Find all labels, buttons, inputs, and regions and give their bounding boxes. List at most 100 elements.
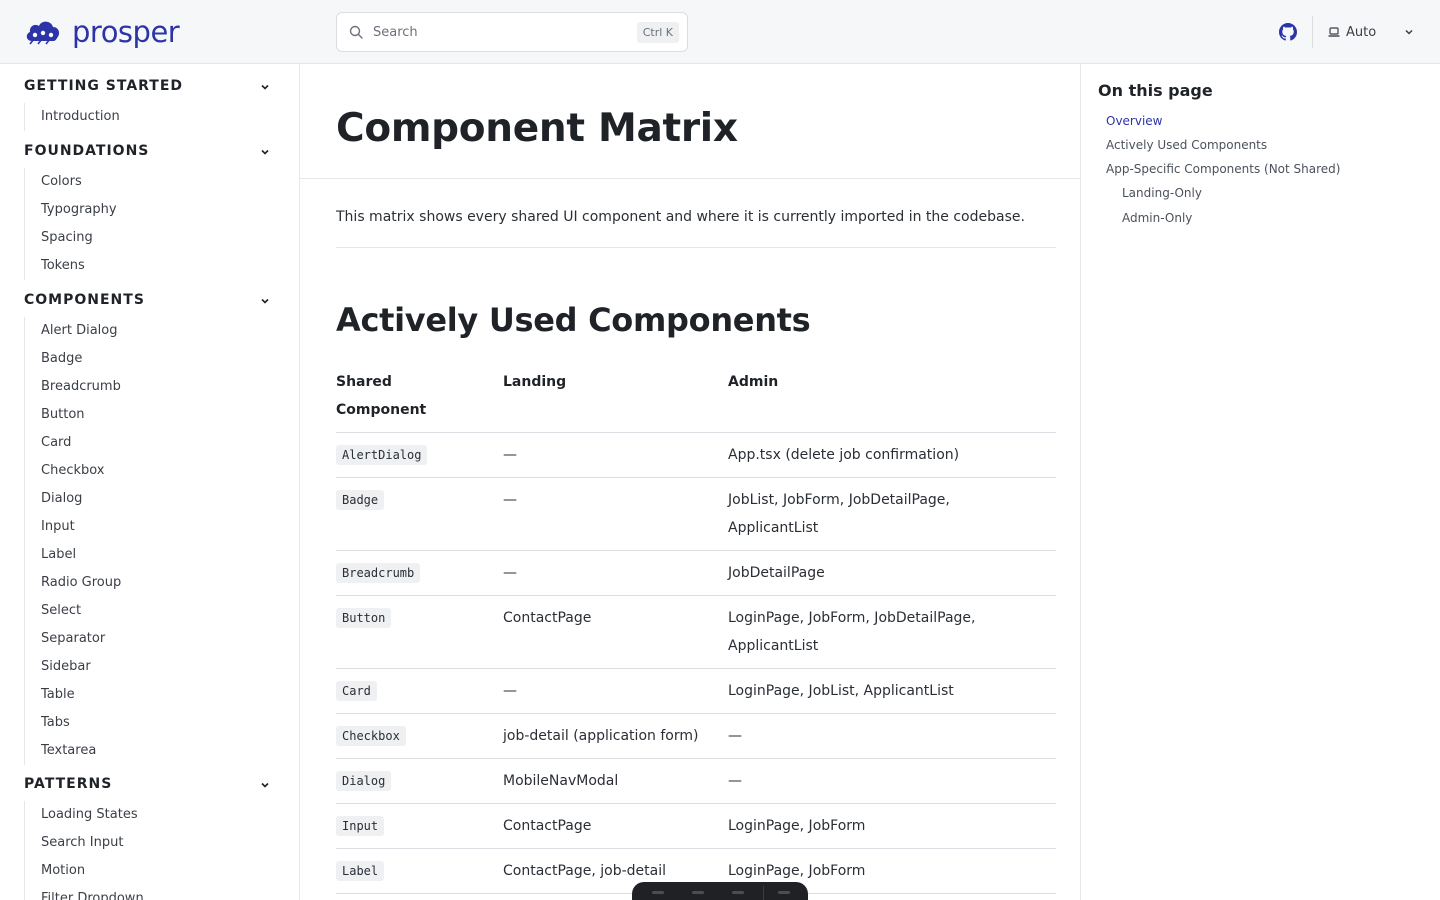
sidebar-item-badge[interactable]: Badge — [25, 345, 299, 373]
toolbar-icon[interactable] — [778, 891, 790, 894]
table-cell-component: Dialog — [336, 758, 503, 804]
sidebar-section-items: Colors Typography Spacing Tokens — [24, 168, 299, 280]
section-heading-actively-used: Actively Used Components — [336, 301, 811, 339]
sidebar-item-typography[interactable]: Typography — [25, 196, 299, 224]
table-header-row: Shared Component Landing Admin — [336, 368, 1056, 433]
component-code: Badge — [336, 490, 385, 510]
sidebar-item-dialog[interactable]: Dialog — [25, 485, 299, 513]
sidebar-section-components: COMPONENTS Alert Dialog Badge Breadcrumb… — [0, 289, 299, 765]
table-cell-admin: JobDetailPage — [728, 550, 1056, 596]
laptop-icon — [1328, 27, 1340, 37]
sidebar-item-card[interactable]: Card — [25, 429, 299, 457]
table-header-shared: Shared Component — [336, 368, 503, 433]
header-divider — [1312, 16, 1313, 48]
sidebar: GETTING STARTED Introduction FOUNDATIONS… — [0, 64, 300, 900]
toc-item-app-specific[interactable]: App-Specific Components (Not Shared) — [1106, 162, 1340, 176]
sidebar-item-checkbox[interactable]: Checkbox — [25, 457, 299, 485]
search-box[interactable]: Ctrl K — [336, 12, 688, 52]
sidebar-item-search-input[interactable]: Search Input — [25, 829, 299, 857]
table-row: AlertDialog — App.tsx (delete job confir… — [336, 432, 1056, 478]
theme-select[interactable]: Auto — [1328, 20, 1420, 44]
sidebar-item-table[interactable]: Table — [25, 681, 299, 709]
sidebar-section-title: GETTING STARTED — [24, 78, 184, 94]
toolbar-divider — [763, 886, 764, 900]
sidebar-item-tabs[interactable]: Tabs — [25, 709, 299, 737]
component-code: Button — [336, 608, 392, 628]
toc-item-overview[interactable]: Overview — [1106, 114, 1163, 128]
table-cell-component: Label — [336, 848, 503, 894]
sidebar-section-header[interactable]: FOUNDATIONS — [0, 140, 299, 162]
main-content: Component Matrix This matrix shows every… — [300, 64, 1080, 900]
sidebar-section-foundations: FOUNDATIONS Colors Typography Spacing To… — [0, 140, 299, 280]
sidebar-item-textarea[interactable]: Textarea — [25, 737, 299, 765]
search-shortcut-badge: Ctrl K — [636, 22, 679, 43]
table-cell-landing: ContactPage — [503, 595, 728, 669]
sidebar-item-tokens[interactable]: Tokens — [25, 252, 299, 280]
sidebar-section-title: PATTERNS — [24, 776, 113, 792]
toolbar-icon[interactable] — [652, 891, 664, 894]
sidebar-section-patterns: PATTERNS Loading States Search Input Mot… — [0, 773, 299, 900]
component-code: Card — [336, 681, 377, 701]
sidebar-item-spacing[interactable]: Spacing — [25, 224, 299, 252]
table-header-landing: Landing — [503, 368, 728, 433]
sidebar-section-items: Introduction — [24, 103, 299, 131]
github-icon[interactable] — [1279, 23, 1297, 41]
sidebar-section-getting-started: GETTING STARTED Introduction — [0, 75, 299, 131]
table-of-contents: On this page Overview Actively Used Comp… — [1080, 64, 1440, 900]
sidebar-section-header[interactable]: GETTING STARTED — [0, 75, 299, 97]
intro-paragraph: This matrix shows every shared UI compon… — [336, 209, 1025, 225]
logo-text: prosper — [72, 15, 180, 49]
sidebar-section-header[interactable]: COMPONENTS — [0, 289, 299, 311]
table-row: Dialog MobileNavModal — — [336, 758, 1056, 804]
table-cell-landing: — — [503, 668, 728, 714]
sidebar-item-alert-dialog[interactable]: Alert Dialog — [25, 317, 299, 345]
floating-toolbar[interactable] — [632, 882, 808, 900]
component-code: Input — [336, 816, 385, 836]
toc-title: On this page — [1098, 81, 1213, 100]
toolbar-icon[interactable] — [732, 891, 744, 894]
table-cell-admin: — — [728, 713, 1056, 759]
sidebar-item-colors[interactable]: Colors — [25, 168, 299, 196]
sidebar-item-sidebar[interactable]: Sidebar — [25, 653, 299, 681]
sidebar-item-motion[interactable]: Motion — [25, 857, 299, 885]
sidebar-item-introduction[interactable]: Introduction — [25, 103, 299, 131]
search-input[interactable] — [373, 24, 613, 40]
table-cell-landing: ContactPage — [503, 803, 728, 849]
sidebar-item-separator[interactable]: Separator — [25, 625, 299, 653]
toc-item-actively-used[interactable]: Actively Used Components — [1106, 138, 1267, 152]
sidebar-item-input[interactable]: Input — [25, 513, 299, 541]
toolbar-icon[interactable] — [692, 891, 704, 894]
top-header: prosper Ctrl K Auto — [0, 0, 1440, 64]
toc-item-admin-only[interactable]: Admin-Only — [1122, 211, 1192, 225]
table-cell-landing: job-detail (application form) — [503, 713, 728, 759]
sidebar-item-filter-dropdown[interactable]: Filter Dropdown — [25, 885, 299, 900]
sidebar-item-radio-group[interactable]: Radio Group — [25, 569, 299, 597]
sidebar-section-header[interactable]: PATTERNS — [0, 773, 299, 795]
sidebar-item-breadcrumb[interactable]: Breadcrumb — [25, 373, 299, 401]
cloud-logo-icon — [26, 21, 60, 45]
sidebar-item-button[interactable]: Button — [25, 401, 299, 429]
component-code: AlertDialog — [336, 445, 428, 465]
logo[interactable]: prosper — [24, 15, 180, 49]
table-cell-component: Button — [336, 595, 503, 669]
table-cell-landing: — — [503, 432, 728, 478]
toc-item-landing-only[interactable]: Landing-Only — [1122, 186, 1202, 200]
sidebar-section-title: FOUNDATIONS — [24, 143, 150, 159]
chevron-down-icon — [261, 84, 269, 90]
sidebar-section-title: COMPONENTS — [24, 292, 145, 308]
theme-select-label: Auto — [1346, 24, 1377, 40]
sidebar-item-select[interactable]: Select — [25, 597, 299, 625]
component-code: Label — [336, 861, 385, 881]
chevron-down-icon — [1405, 29, 1413, 35]
table-header-admin: Admin — [728, 368, 1056, 433]
table-row: Breadcrumb — JobDetailPage — [336, 550, 1056, 596]
sidebar-section-items: Loading States Search Input Motion Filte… — [24, 801, 299, 900]
table-cell-landing: — — [503, 550, 728, 596]
table-cell-component: Card — [336, 668, 503, 714]
table-cell-component: AlertDialog — [336, 432, 503, 478]
search-icon — [349, 25, 363, 39]
table-cell-admin: LoginPage, JobForm, JobDetailPage, Appli… — [728, 595, 1056, 669]
sidebar-item-loading-states[interactable]: Loading States — [25, 801, 299, 829]
table-cell-landing: MobileNavModal — [503, 758, 728, 804]
sidebar-item-label[interactable]: Label — [25, 541, 299, 569]
